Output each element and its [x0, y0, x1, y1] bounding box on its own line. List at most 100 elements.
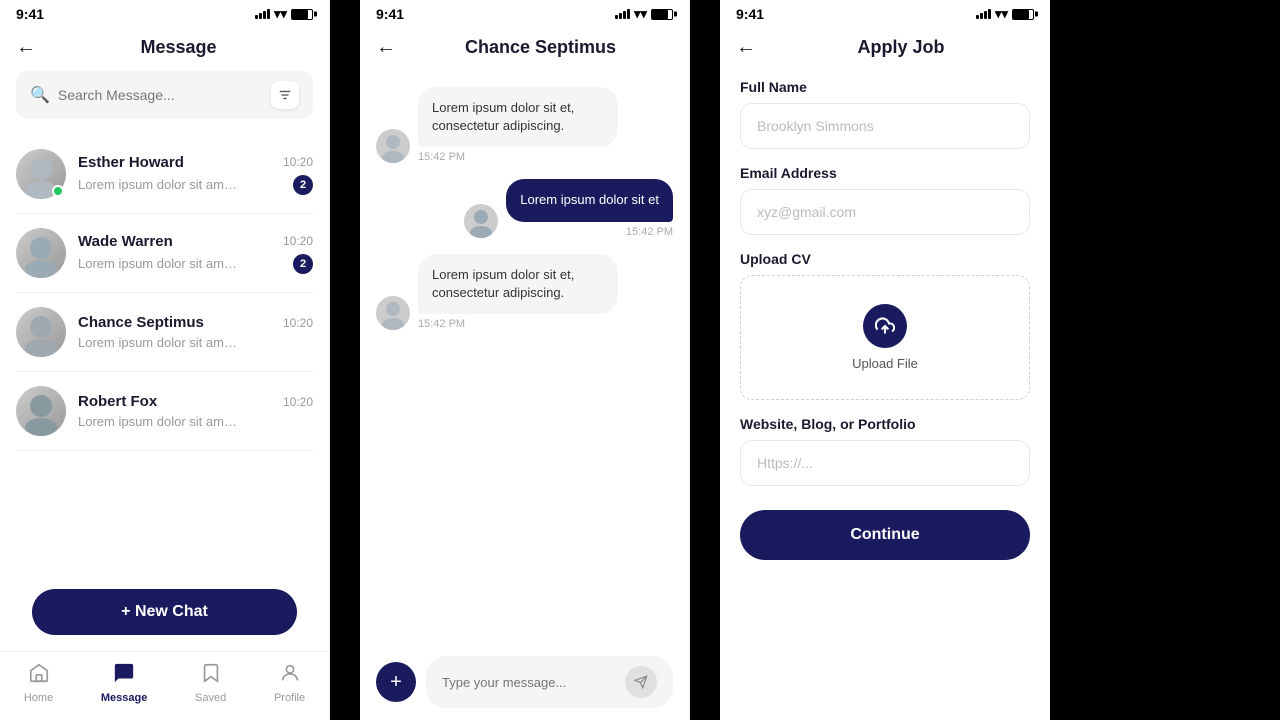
search-input[interactable]: [58, 87, 263, 103]
message-input-wrapper: [426, 656, 673, 708]
wifi-icon: ▾▾: [995, 6, 1008, 22]
time-2: 9:41: [376, 6, 404, 22]
chat-panel: 9:41 ▾▾ ← Chance Septimus Lorem ipsum do…: [360, 0, 690, 720]
message-info: Esther Howard 10:20 Lorem ipsum dolor si…: [78, 154, 313, 195]
list-item[interactable]: Chance Septimus 10:20 Lorem ipsum dolor …: [16, 293, 313, 372]
back-button[interactable]: ←: [376, 36, 396, 59]
chat-header: ← Chance Septimus: [360, 26, 689, 71]
back-button[interactable]: ←: [16, 36, 36, 59]
time-1: 9:41: [16, 6, 44, 22]
bubble-column: Lorem ipsum dolor sit et, consectetur ad…: [418, 87, 618, 163]
page-title: Message: [44, 37, 313, 58]
full-name-group: Full Name: [740, 79, 1030, 149]
nav-label: Profile: [274, 692, 305, 704]
home-icon: [28, 662, 50, 690]
message-preview: Lorem ipsum dolor sit amet...: [78, 177, 238, 192]
signal-icon: [255, 9, 270, 19]
nav-profile[interactable]: Profile: [274, 662, 305, 704]
message-icon: [113, 662, 135, 690]
page-title: Apply Job: [768, 37, 1034, 58]
message-row: Lorem ipsum dolor sit et, consectetur ad…: [376, 254, 673, 330]
nav-label: Message: [101, 692, 147, 704]
full-name-input[interactable]: [740, 103, 1030, 149]
website-input[interactable]: [740, 440, 1030, 486]
message-header: ← Message: [0, 26, 329, 71]
avatar-wrap: [16, 149, 66, 199]
battery-icon: [291, 9, 313, 20]
message-row: Lorem ipsum dolor sit et, consectetur ad…: [376, 87, 673, 163]
email-input[interactable]: [740, 189, 1030, 235]
new-chat-button[interactable]: + New Chat: [32, 589, 297, 635]
message-time: 10:20: [283, 316, 313, 330]
search-bar: 🔍: [16, 71, 313, 119]
message-bubble: Lorem ipsum dolor sit et, consectetur ad…: [418, 87, 618, 147]
avatar: [16, 307, 66, 357]
avatar-wrap: [16, 307, 66, 357]
nav-label: Saved: [195, 692, 226, 704]
bubble-column: Lorem ipsum dolor sit et, consectetur ad…: [418, 254, 618, 330]
status-bar-2: 9:41 ▾▾: [360, 0, 689, 26]
nav-home[interactable]: Home: [24, 662, 53, 704]
apply-job-panel: 9:41 ▾▾ ← Apply Job Full Name Email Addr…: [720, 0, 1050, 720]
filter-icon: [278, 88, 292, 102]
email-group: Email Address: [740, 165, 1030, 235]
apply-job-header: ← Apply Job: [720, 26, 1050, 71]
message-row: Lorem ipsum dolor sit et 15:42 PM: [376, 179, 673, 237]
message-list: Esther Howard 10:20 Lorem ipsum dolor si…: [0, 135, 329, 573]
continue-button[interactable]: Continue: [740, 510, 1030, 560]
bottom-navigation: Home Message Saved Profile: [0, 651, 329, 720]
nav-message[interactable]: Message: [101, 662, 147, 704]
message-preview: Lorem ipsum dolor sit amet...: [78, 414, 238, 429]
message-time: 15:42 PM: [418, 151, 618, 163]
saved-icon: [200, 662, 222, 690]
apply-job-form: Full Name Email Address Upload CV Upload…: [720, 71, 1050, 720]
chat-title: Chance Septimus: [408, 37, 673, 58]
upload-cv-button[interactable]: Upload File: [740, 275, 1030, 400]
wifi-icon: ▾▾: [634, 6, 647, 22]
status-bar-1: 9:41 ▾▾: [0, 0, 329, 26]
contact-name: Esther Howard: [78, 154, 184, 171]
avatar: [16, 386, 66, 436]
status-icons-3: ▾▾: [976, 6, 1034, 22]
website-label: Website, Blog, or Portfolio: [740, 416, 1030, 432]
avatar: [376, 296, 410, 330]
avatar-wrap: [16, 228, 66, 278]
avatar: [376, 129, 410, 163]
message-time: 10:20: [283, 234, 313, 248]
nav-saved[interactable]: Saved: [195, 662, 226, 704]
website-group: Website, Blog, or Portfolio: [740, 416, 1030, 486]
list-item[interactable]: Wade Warren 10:20 Lorem ipsum dolor sit …: [16, 214, 313, 293]
cv-group: Upload CV Upload File: [740, 251, 1030, 400]
list-item[interactable]: Esther Howard 10:20 Lorem ipsum dolor si…: [16, 135, 313, 214]
message-info: Chance Septimus 10:20 Lorem ipsum dolor …: [78, 314, 313, 350]
add-attachment-button[interactable]: +: [376, 662, 416, 702]
message-bubble: Lorem ipsum dolor sit et: [506, 179, 673, 221]
battery-icon: [651, 9, 673, 20]
back-button[interactable]: ←: [736, 36, 756, 59]
message-info: Wade Warren 10:20 Lorem ipsum dolor sit …: [78, 233, 313, 274]
email-label: Email Address: [740, 165, 1030, 181]
profile-icon: [279, 662, 301, 690]
upload-arrow-icon: [875, 316, 895, 336]
upload-icon: [863, 304, 907, 348]
online-indicator: [52, 185, 64, 197]
contact-name: Chance Septimus: [78, 314, 204, 331]
message-bubble: Lorem ipsum dolor sit et, consectetur ad…: [418, 254, 618, 314]
battery-icon: [1012, 9, 1034, 20]
message-list-panel: 9:41 ▾▾ ← Message 🔍: [0, 0, 330, 720]
nav-label: Home: [24, 692, 53, 704]
time-3: 9:41: [736, 6, 764, 22]
message-time: 15:42 PM: [626, 226, 673, 238]
message-input[interactable]: [442, 675, 625, 690]
message-time: 15:42 PM: [418, 318, 618, 330]
status-bar-3: 9:41 ▾▾: [720, 0, 1050, 26]
send-button[interactable]: [625, 666, 657, 698]
send-icon: [634, 675, 648, 689]
status-icons-1: ▾▾: [255, 6, 313, 22]
avatar-wrap: [16, 386, 66, 436]
list-item[interactable]: Robert Fox 10:20 Lorem ipsum dolor sit a…: [16, 372, 313, 451]
upload-label: Upload File: [852, 356, 918, 371]
filter-button[interactable]: [271, 81, 299, 109]
gap-2: [690, 0, 720, 720]
signal-icon: [615, 9, 630, 19]
